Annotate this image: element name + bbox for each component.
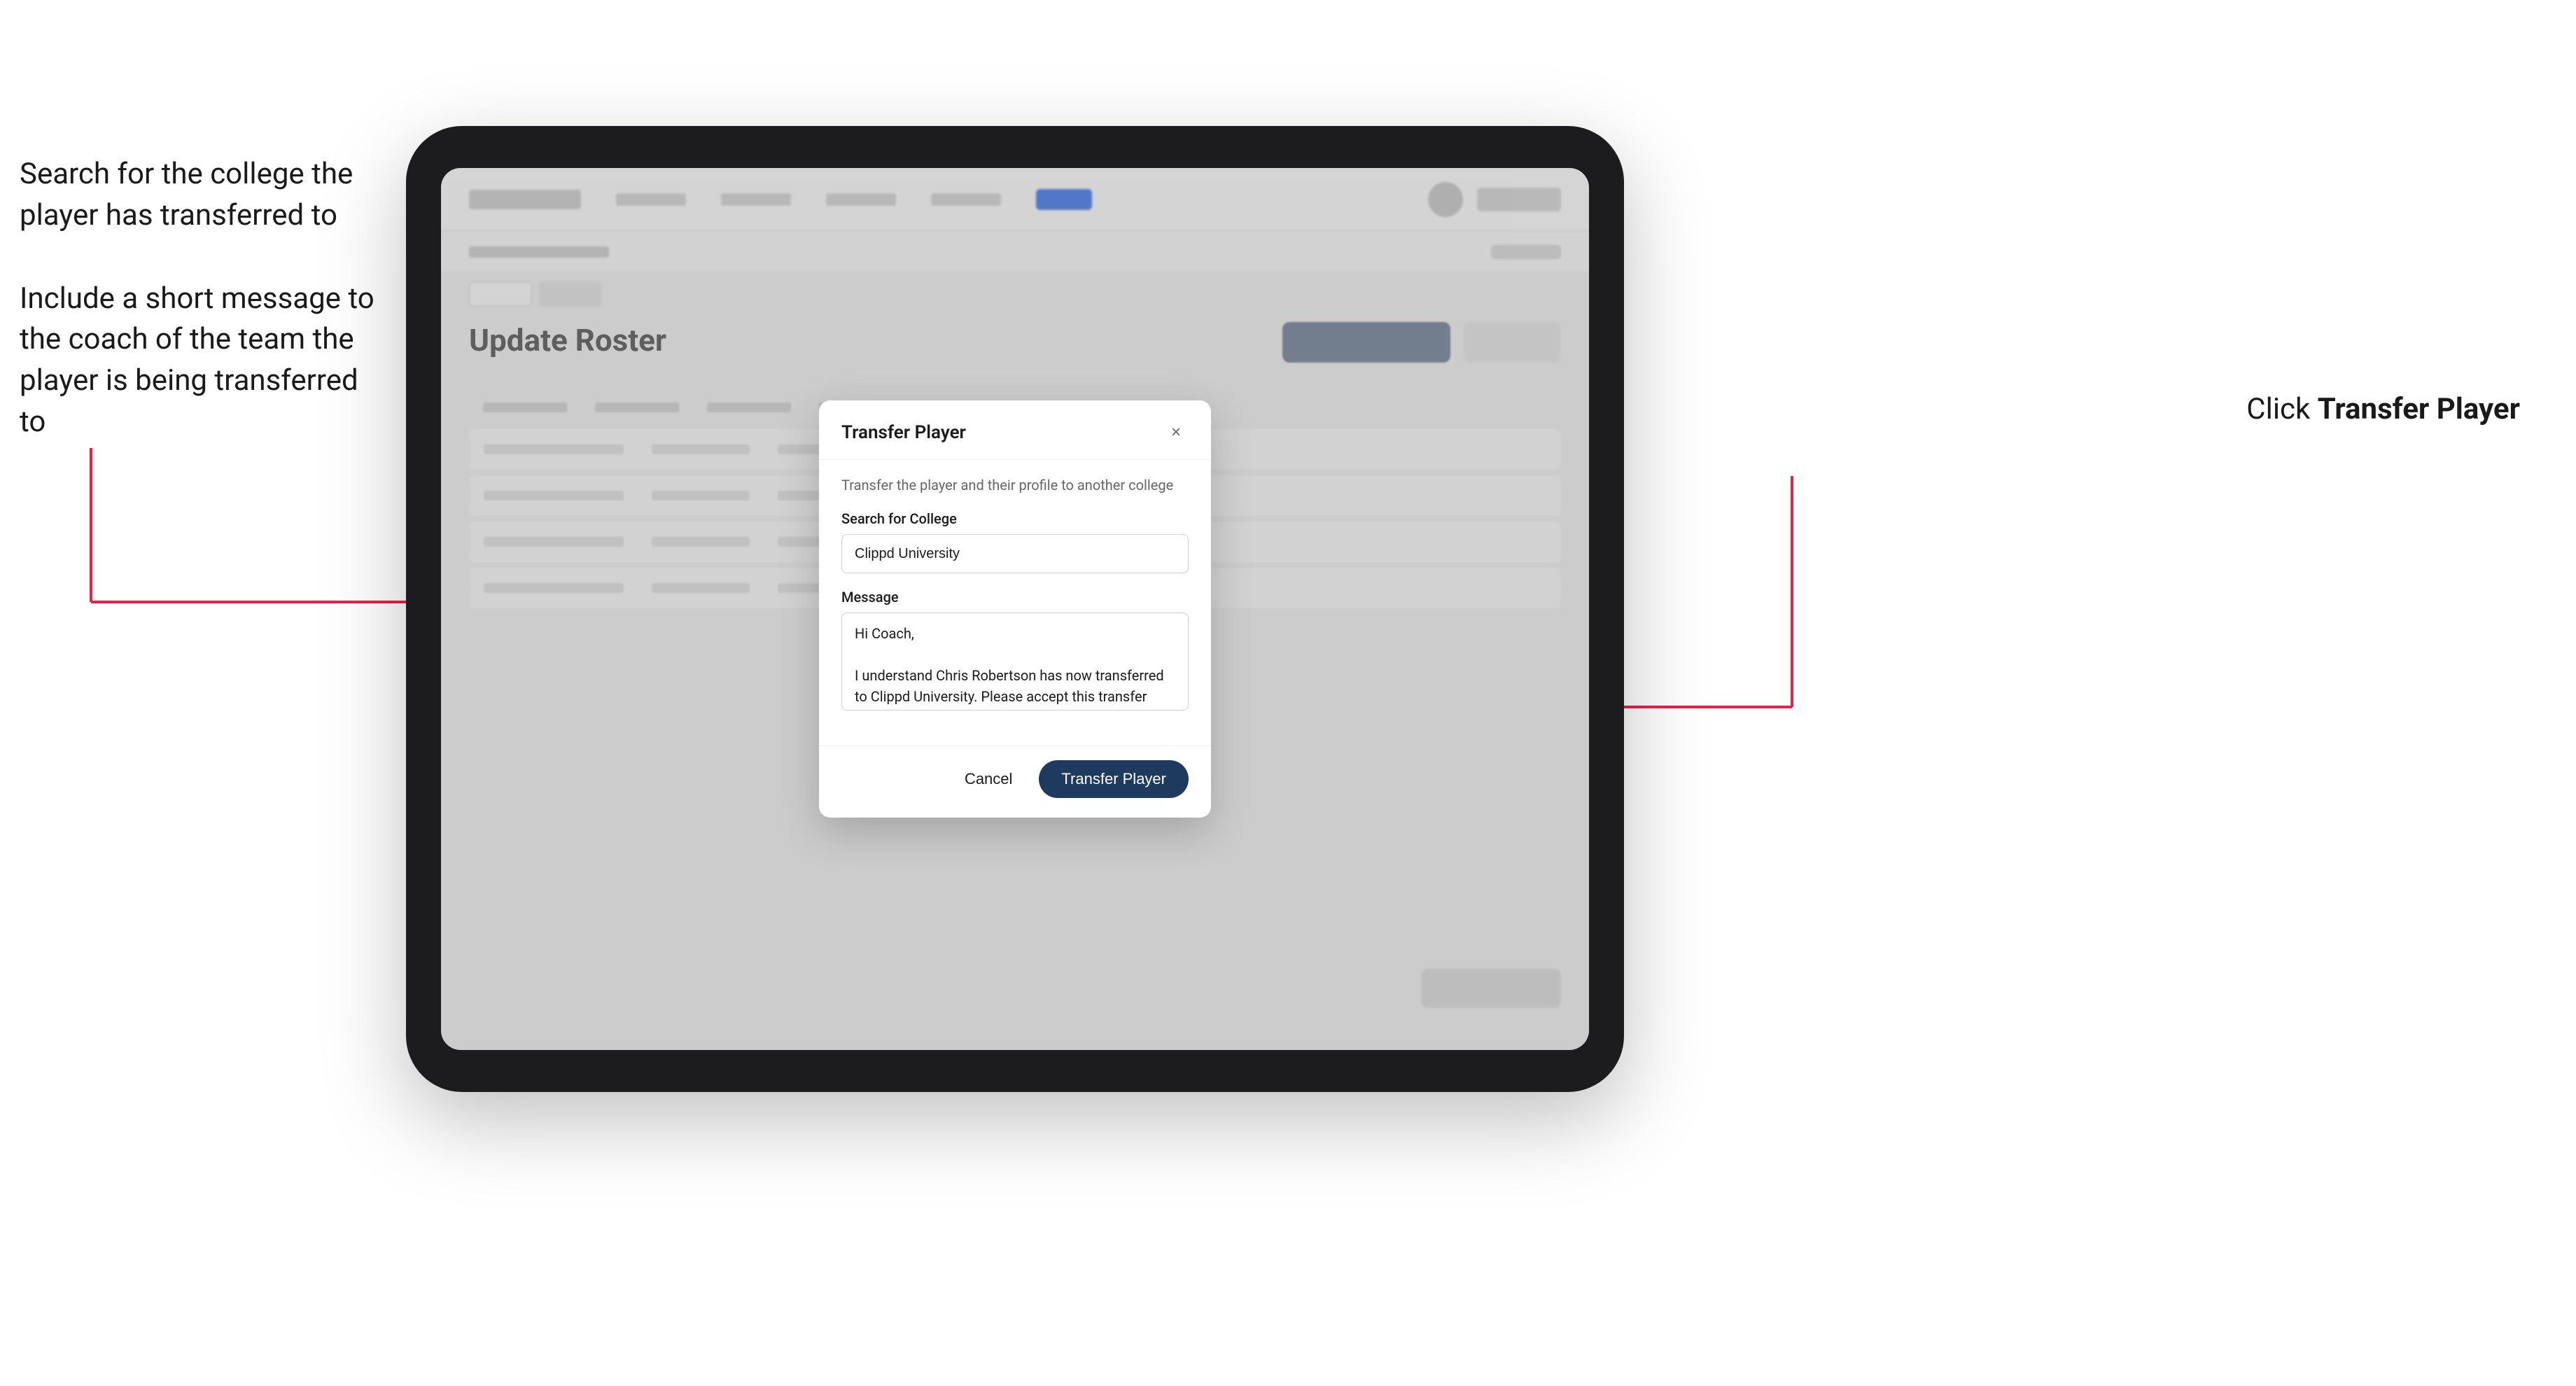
college-search-input[interactable] bbox=[841, 534, 1189, 573]
college-search-label: Search for College bbox=[841, 510, 1189, 527]
modal-subtitle: Transfer the player and their profile to… bbox=[841, 477, 1189, 493]
cancel-button[interactable]: Cancel bbox=[951, 763, 1026, 795]
college-search-group: Search for College bbox=[841, 510, 1189, 573]
annotation-click-text: Click bbox=[2246, 392, 2310, 426]
annotation-left: Search for the college the player has tr… bbox=[20, 154, 384, 485]
transfer-player-button[interactable]: Transfer Player bbox=[1039, 760, 1189, 798]
tablet-device: Update Roster bbox=[406, 126, 1624, 1092]
modal-close-button[interactable]: × bbox=[1163, 420, 1189, 445]
message-textarea[interactable] bbox=[841, 612, 1189, 710]
message-label: Message bbox=[841, 589, 1189, 606]
annotation-right: Click Transfer Player bbox=[2246, 392, 2520, 426]
modal-body: Transfer the player and their profile to… bbox=[819, 460, 1211, 746]
annotation-message-text: Include a short message to the coach of … bbox=[20, 279, 384, 443]
annotation-search-text: Search for the college the player has tr… bbox=[20, 154, 384, 237]
annotation-transfer-bold: Transfer Player bbox=[2318, 392, 2520, 426]
message-group: Message bbox=[841, 589, 1189, 713]
modal-header: Transfer Player × bbox=[819, 400, 1211, 460]
tablet-screen: Update Roster bbox=[441, 168, 1589, 1050]
modal-overlay: Transfer Player × Transfer the player an… bbox=[441, 168, 1589, 1050]
transfer-player-modal: Transfer Player × Transfer the player an… bbox=[819, 400, 1211, 818]
modal-title: Transfer Player bbox=[841, 422, 966, 443]
modal-footer: Cancel Transfer Player bbox=[819, 746, 1211, 818]
